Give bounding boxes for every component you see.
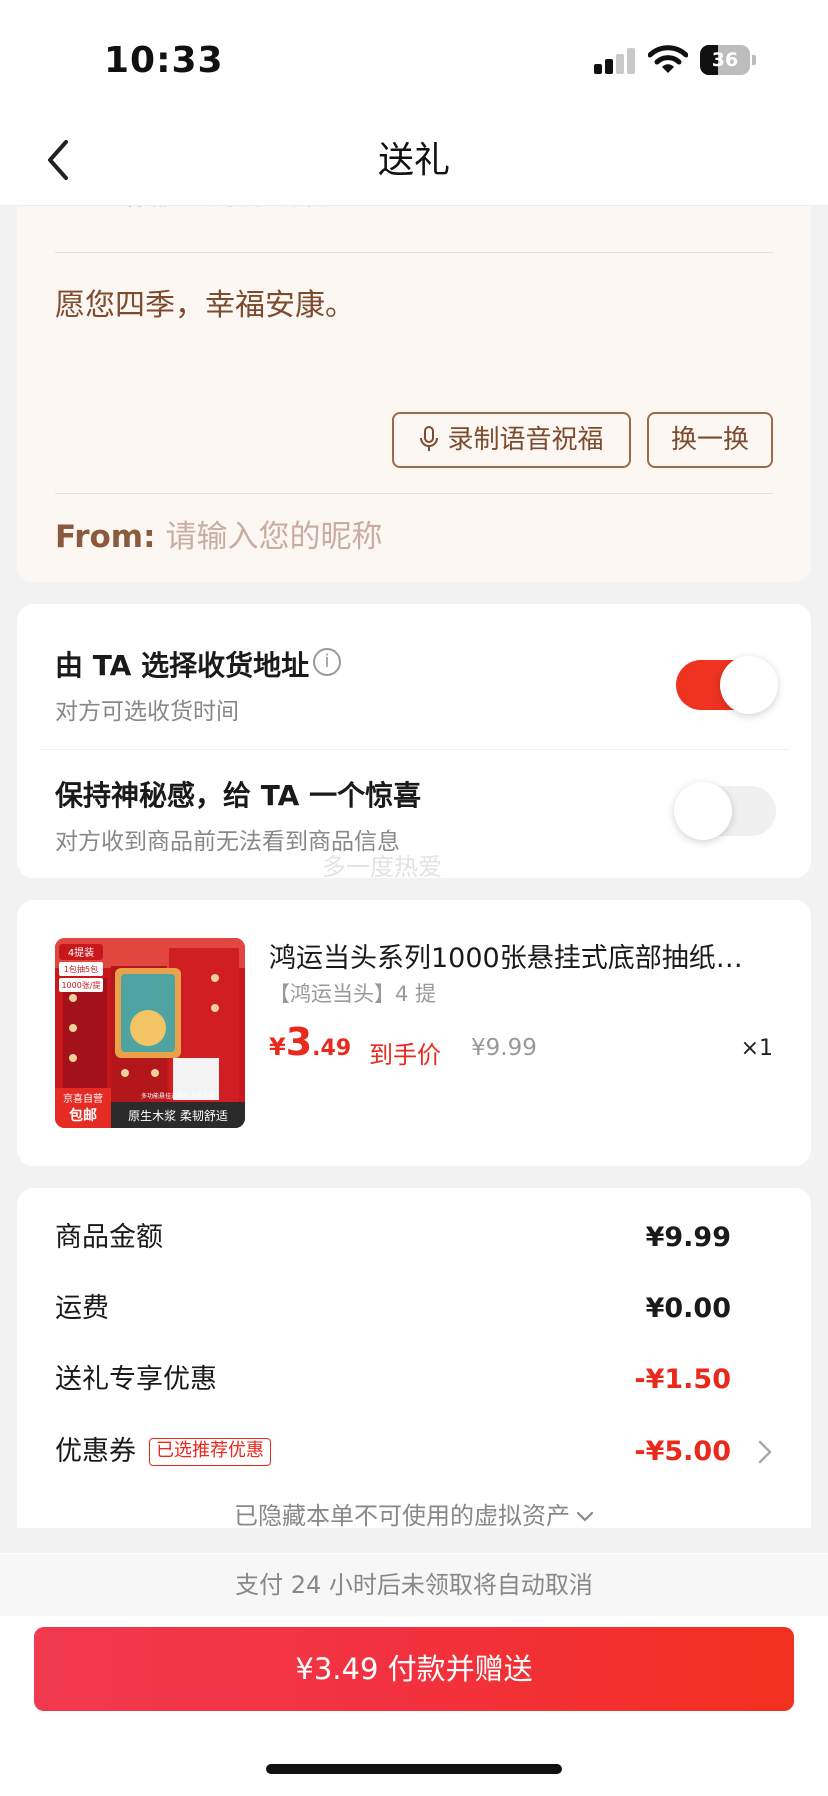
chevron-down-icon [576,1511,594,1522]
pay-and-gift-button[interactable]: ¥3.49 付款并赠送 [34,1627,794,1711]
address-toggle[interactable] [676,656,778,714]
battery-icon: 36 [700,45,756,75]
summary-label: 优惠券 [55,1436,136,1467]
status-time: 10:33 [104,40,224,81]
mystery-toggle[interactable] [674,782,776,840]
sender-row[interactable]: From: 请输入您的昵称 [55,515,382,559]
image-badge-count: 1000张/提 [61,980,100,990]
record-voice-button[interactable]: 录制语音祝福 [392,412,631,468]
summary-label: 送礼专享优惠 [55,1364,217,1395]
product-spec: 【鸿运当头】4 提 [269,982,437,1006]
image-badge-pack: 1包抽5包 [64,964,98,974]
coupon-badge: 已选推荐优惠 [149,1438,271,1466]
summary-row-coupon[interactable]: 优惠券 已选推荐优惠 -¥5.00 [55,1432,731,1472]
status-bar: 10:33 36 [0,0,828,120]
divider [55,493,773,494]
product-image[interactable]: 4提装 1包抽5包 1000张/提 京喜自营 包邮 多功能悬挂式纸巾 加大加厚 … [55,938,245,1128]
address-option-title: 由 TA 选择收货地址 [55,649,310,682]
wifi-icon [648,45,688,73]
home-indicator [266,1764,562,1774]
hidden-assets-label: 已隐藏本单不可使用的虚拟资产 [234,1502,570,1530]
price-currency: ¥ [269,1033,286,1061]
watermark: 多一度热爱 [322,853,442,881]
image-footer: 原生木浆 柔韧舒适 [128,1108,228,1123]
summary-value: ¥9.99 [645,1222,731,1253]
from-label: From: [55,519,156,555]
page-title: 送礼 [377,140,450,181]
greeting-message[interactable]: 愿您四季，幸福安康。 [55,280,355,324]
original-price: ¥9.99 [471,1035,537,1061]
divider [39,749,789,750]
cellular-signal-icon [594,48,636,74]
product-quantity: ×1 [740,1036,773,1061]
hidden-assets-toggle[interactable]: 已隐藏本单不可使用的虚拟资产 [17,1496,811,1531]
price-integer: 3 [285,1020,313,1064]
chevron-right-icon[interactable] [757,1439,773,1465]
nav-bar: 送礼 [0,120,828,206]
order-summary-card: 商品金额 ¥9.99 运费 ¥0.00 送礼专享优惠 -¥1.50 优惠券 已选… [17,1188,811,1531]
summary-value: ¥0.00 [645,1293,731,1324]
greeting-card: To:请输入对方昵称 愿您四季，幸福安康。 录制语音祝福 换一换 From:请输… [17,180,811,582]
summary-row-goods: 商品金额 ¥9.99 [55,1218,731,1258]
summary-label: 商品金额 [55,1222,163,1253]
image-footer-small: 多功能悬挂式纸巾 加大加厚 [141,1092,215,1100]
product-card[interactable]: 4提装 1包抽5包 1000张/提 京喜自营 包邮 多功能悬挂式纸巾 加大加厚 … [17,900,811,1166]
mystery-option-title: 保持神秘感，给 TA 一个惊喜 [55,779,422,812]
summary-row-shipping: 运费 ¥0.00 [55,1289,731,1329]
info-icon[interactable]: i [313,648,341,676]
product-title[interactable]: 鸿运当头系列1000张悬挂式底部抽纸… [269,936,769,975]
price-decimal: .49 [312,1036,352,1061]
auto-cancel-notice: 支付 24 小时后未领取将自动取消 [0,1554,828,1616]
gift-options-card: 由 TA 选择收货地址 i 对方可选收货时间 保持神秘感，给 TA 一个惊喜 对… [17,604,811,881]
summary-label: 运费 [55,1293,109,1324]
summary-value: -¥5.00 [634,1436,731,1467]
battery-level: 36 [711,49,739,71]
address-option-subtitle: 对方可选收货时间 [55,699,239,725]
image-corner-bottom: 包邮 [69,1107,97,1124]
divider [55,252,773,253]
price-tag: 到手价 [369,1041,441,1069]
record-voice-label: 录制语音祝福 [447,425,604,455]
image-badge-top: 4提装 [68,946,94,959]
image-corner-top: 京喜自营 [63,1092,103,1105]
summary-row-gift-discount: 送礼专享优惠 -¥1.50 [55,1360,731,1400]
product-price: ¥3.49 [269,1020,351,1070]
swap-message-button[interactable]: 换一换 [647,412,773,468]
microphone-icon [420,426,439,451]
summary-value: -¥1.50 [634,1364,731,1395]
sender-nickname-input[interactable]: 请输入您的昵称 [165,519,382,555]
